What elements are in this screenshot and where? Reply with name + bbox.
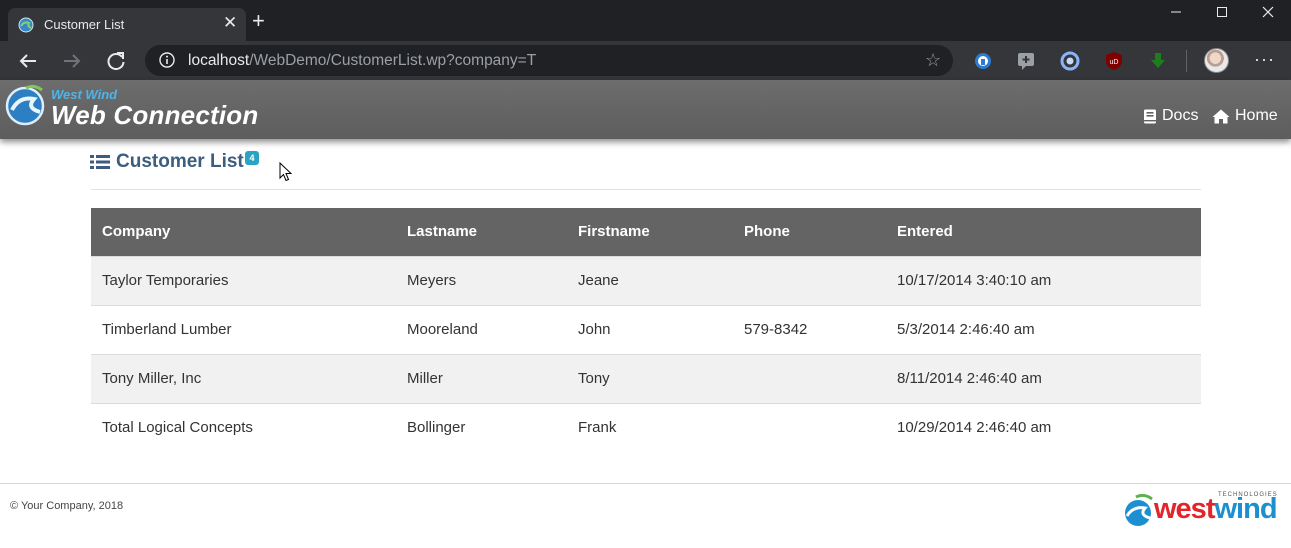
forward-arrow-icon[interactable] [60,49,84,73]
cell-lastname: Meyers [396,255,567,305]
sync-icon[interactable] [1060,51,1080,71]
cell-lastname: Bollinger [396,402,567,452]
cell-company: Tony Miller, Inc [91,353,396,403]
title-divider [91,189,1201,190]
browser-menu-icon[interactable]: ··· [1254,49,1275,70]
count-badge: 4 [245,151,259,165]
cell-lastname: Mooreland [396,304,567,354]
nav-docs-label: Docs [1162,107,1199,124]
site-header: West Wind Web Connection Docs Home [0,80,1291,139]
cell-phone [733,353,886,403]
cell-firstname: Tony [567,353,733,403]
list-icon [90,155,110,169]
password-manager-icon[interactable] [973,51,993,71]
cell-company: Total Logical Concepts [91,402,396,452]
logo-wind-text: wind [1214,493,1277,525]
new-tab-button[interactable]: + [252,10,265,32]
copyright-text: © Your Company, 2018 [10,500,124,512]
reload-icon[interactable] [104,49,128,73]
cell-phone: 579-8342 [733,304,886,354]
page-title: Customer List [90,151,244,173]
svg-text:uD: uD [1110,59,1119,66]
browser-tab[interactable]: Customer List ✕ [8,8,246,41]
table-row[interactable]: Taylor Temporaries Meyers Jeane 10/17/20… [91,255,1201,305]
column-header-firstname[interactable]: Firstname [567,208,733,256]
maximize-icon[interactable] [1199,0,1245,26]
back-arrow-icon[interactable] [16,49,40,73]
cell-company: Timberland Lumber [91,304,396,354]
tab-title: Customer List [44,17,125,32]
cell-company: Taylor Temporaries [91,255,396,305]
nav-home-label: Home [1235,107,1278,124]
column-header-entered[interactable]: Entered [886,208,1201,256]
cell-phone [733,402,886,452]
close-window-icon[interactable] [1245,0,1291,26]
logo-west-text: west [1154,493,1215,525]
cell-entered: 10/29/2014 2:46:40 am [886,402,1201,452]
download-icon[interactable] [1148,51,1168,71]
site-info-icon[interactable] [159,52,175,68]
cell-entered: 8/11/2014 2:46:40 am [886,353,1201,403]
url-host: localhost [188,52,250,69]
brand-title[interactable]: Web Connection [51,100,258,131]
book-icon [1144,109,1156,123]
west-wind-globe-icon [1125,494,1153,526]
url-text: localhost/WebDemo/CustomerList.wp?compan… [188,52,536,70]
cell-phone [733,255,886,305]
west-wind-globe-logo-icon[interactable] [4,82,48,126]
table-header-row: Company Lastname Firstname Phone Entered [91,208,1201,256]
url-path: /WebDemo/CustomerList.wp?company=T [249,52,537,69]
minimize-icon[interactable] [1153,0,1199,26]
cell-lastname: Miller [396,353,567,403]
profile-avatar[interactable] [1204,48,1229,73]
browser-tab-strip: Customer List ✕ + [0,0,1291,41]
mouse-cursor-icon [279,162,292,182]
column-header-lastname[interactable]: Lastname [396,208,567,256]
logo-wordmark: westwind [1154,493,1278,526]
globe-favicon-icon [18,17,34,33]
page-title-text: Customer List [116,151,244,172]
column-header-company[interactable]: Company [91,208,396,256]
cell-firstname: John [567,304,733,354]
table-row[interactable]: Timberland Lumber Mooreland John 579-834… [91,304,1201,354]
address-bar[interactable]: localhost/WebDemo/CustomerList.wp?compan… [145,45,953,76]
nav-home-link[interactable]: Home [1212,107,1278,125]
toolbar-separator [1186,50,1187,72]
footer-divider [0,483,1291,484]
cell-entered: 5/3/2014 2:46:40 am [886,304,1201,354]
home-icon [1212,109,1230,123]
table-row[interactable]: Tony Miller, Inc Miller Tony 8/11/2014 2… [91,353,1201,403]
cell-firstname: Jeane [567,255,733,305]
tab-close-icon[interactable]: ✕ [223,14,237,32]
nav-docs-link[interactable]: Docs [1143,107,1198,125]
cell-firstname: Frank [567,402,733,452]
browser-toolbar: localhost/WebDemo/CustomerList.wp?compan… [0,41,1291,80]
ublock-icon[interactable]: uD [1104,51,1124,71]
west-wind-footer-logo[interactable]: TECHNOLOGIES westwind [1122,492,1282,532]
feedback-icon[interactable] [1016,51,1036,71]
cell-entered: 10/17/2014 3:40:10 am [886,255,1201,305]
table-row[interactable]: Total Logical Concepts Bollinger Frank 1… [91,402,1201,452]
bookmark-star-icon[interactable]: ☆ [925,50,941,71]
customer-table: Company Lastname Firstname Phone Entered… [91,208,1201,452]
column-header-phone[interactable]: Phone [733,208,886,256]
